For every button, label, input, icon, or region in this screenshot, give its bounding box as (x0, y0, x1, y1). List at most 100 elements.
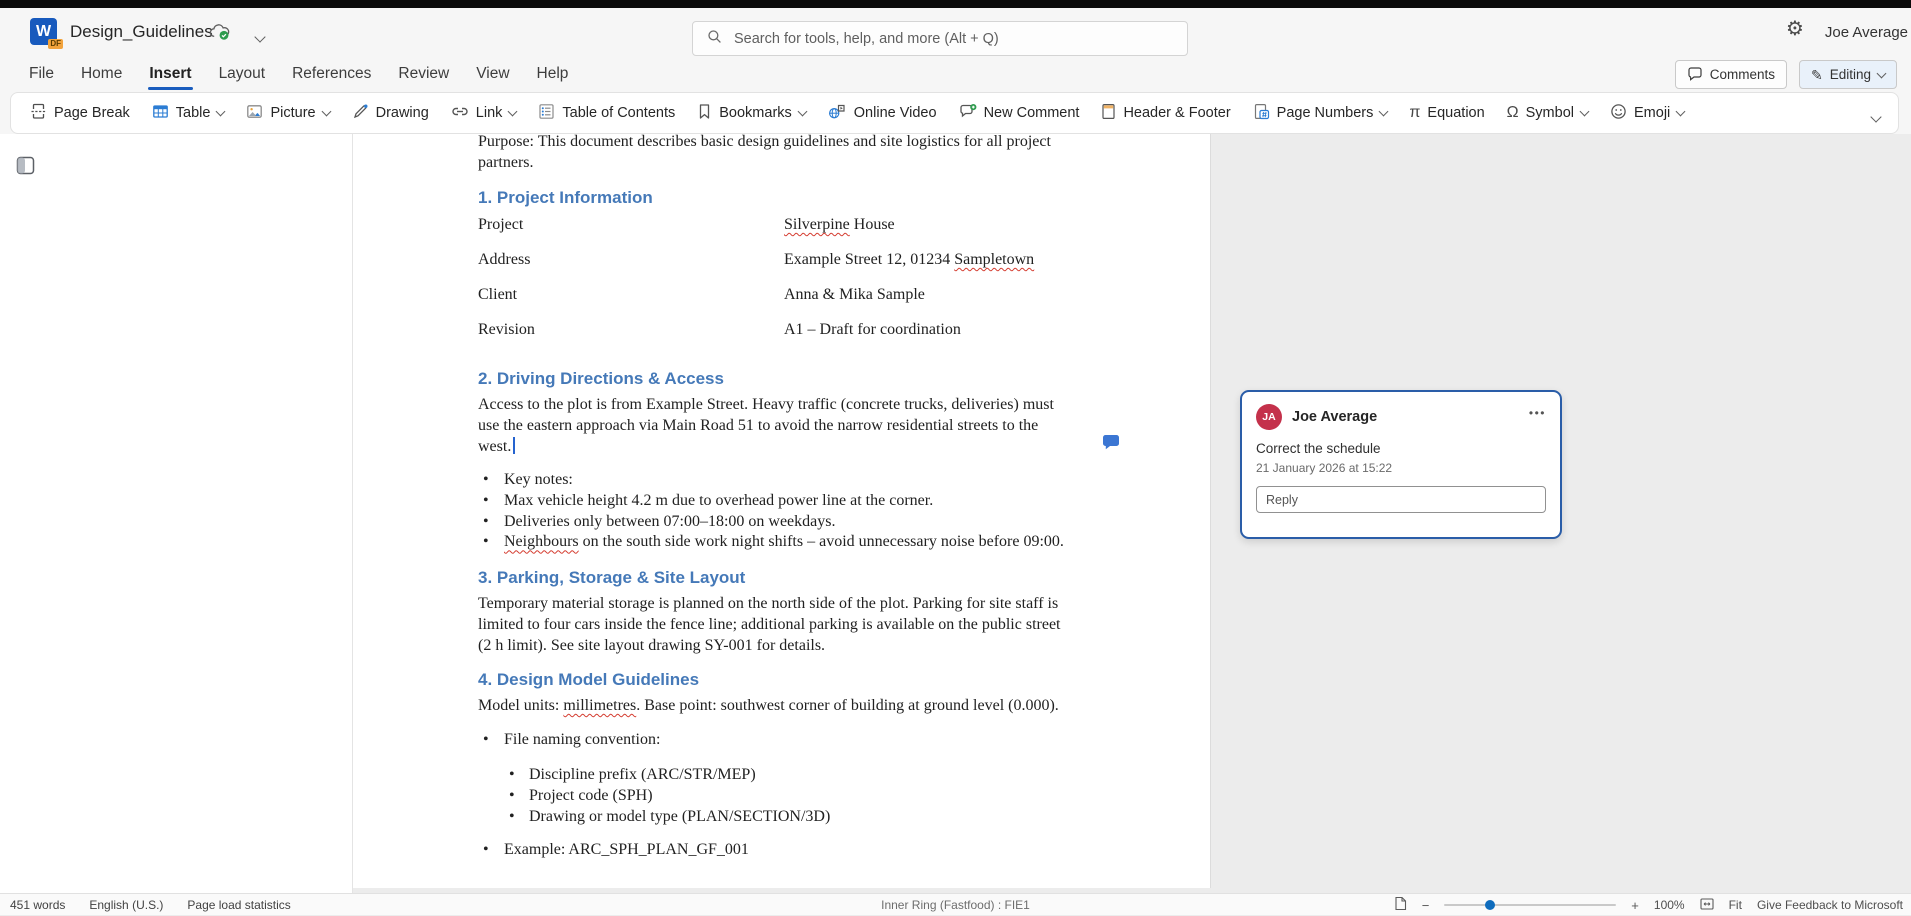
header-footer-icon (1101, 103, 1116, 124)
comment-more-menu-icon[interactable]: ••• (1529, 406, 1546, 420)
app-chrome: W DF Design_Guidelines ⚙ Joe Average Fil… (0, 8, 1911, 134)
zoom-slider-knob[interactable] (1485, 900, 1495, 910)
paragraph-line: (2 h limit). See site layout drawing SY-… (478, 635, 1082, 656)
bullet-icon: • (509, 806, 529, 827)
ribbon-item-emoji[interactable]: Emoji (1610, 103, 1684, 124)
status-bar: 451 words English (U.S.) Page load stati… (0, 893, 1911, 915)
chevron-down-icon (797, 106, 807, 116)
equation-pi-icon: π (1409, 105, 1420, 121)
paragraph-line: Temporary material storage is planned on… (478, 593, 1082, 614)
tab-review[interactable]: Review (398, 65, 449, 83)
bullet-icon: • (483, 491, 504, 512)
list-item: • Key notes: (478, 470, 1082, 491)
tab-layout[interactable]: Layout (219, 65, 266, 83)
ribbon-item-link[interactable]: Link (451, 103, 517, 124)
ribbon-label: New Comment (984, 105, 1080, 121)
comments-button[interactable]: Comments (1675, 60, 1787, 89)
zoom-in-button[interactable]: + (1631, 898, 1639, 913)
list-item: • Project code (SPH) (478, 785, 1082, 806)
table-row: Revision A1 – Draft for coordination (478, 319, 1082, 354)
ribbon-item-page-break[interactable]: Page Break (30, 103, 130, 124)
bullet-icon: • (483, 840, 504, 861)
ribbon-item-table[interactable]: Table (152, 103, 225, 124)
account-user-name[interactable]: Joe Average (1825, 24, 1908, 41)
word-app-letter: W (36, 23, 51, 41)
table-of-contents-icon (538, 103, 555, 124)
ribbon-collapse-chevron-icon[interactable] (1872, 108, 1880, 126)
search-icon (707, 29, 722, 49)
document-title[interactable]: Design_Guidelines (70, 22, 213, 42)
editing-mode-button[interactable]: ✎ Editing (1799, 60, 1897, 89)
ribbon-label: Online Video (854, 105, 937, 121)
chevron-down-icon (1580, 106, 1590, 116)
search-box[interactable] (692, 21, 1188, 56)
tab-references[interactable]: References (292, 65, 371, 83)
search-input[interactable] (732, 30, 1156, 48)
ribbon-label: Table of Contents (562, 105, 675, 121)
page-break-icon (30, 103, 47, 124)
navigation-pane-toggle-icon[interactable] (16, 156, 35, 180)
zoom-percent[interactable]: 100% (1654, 898, 1685, 912)
zoom-slider[interactable] (1444, 904, 1616, 906)
fit-label[interactable]: Fit (1729, 898, 1742, 912)
ribbon-item-online-video[interactable]: Online Video (828, 103, 937, 124)
file-naming-sublist: • Discipline prefix (ARC/STR/MEP) • Proj… (478, 764, 1082, 827)
list-item: • Discipline prefix (ARC/STR/MEP) (478, 764, 1082, 785)
document-page[interactable]: Purpose: This document describes basic d… (353, 134, 1211, 888)
page-view-icon[interactable] (1394, 896, 1407, 914)
chevron-down-icon (1379, 106, 1389, 116)
table-row: Client Anna & Mika Sample (478, 284, 1082, 319)
workspace: Purpose: This document describes basic d… (0, 134, 1911, 893)
tab-file[interactable]: File (29, 65, 54, 83)
list-item: • Drawing or model type (PLAN/SECTION/3D… (478, 806, 1082, 827)
misspelled-word: Sampletown (954, 251, 1034, 268)
ribbon-item-picture[interactable]: Picture (246, 103, 329, 124)
comment-card[interactable]: JA Joe Average ••• Correct the schedule … (1240, 390, 1562, 539)
ribbon-item-page-numbers[interactable]: Page Numbers (1253, 103, 1388, 124)
zoom-out-button[interactable]: − (1422, 898, 1430, 913)
chevron-down-icon (1676, 106, 1686, 116)
word-online-app: W DF Design_Guidelines ⚙ Joe Average Fil… (0, 0, 1911, 915)
pencil-icon: ✎ (1811, 68, 1823, 82)
insert-ribbon: Page Break Table Picture Drawing Link (10, 92, 1899, 134)
ribbon-label: Equation (1427, 105, 1484, 121)
bullet-icon: • (483, 512, 504, 533)
ribbon-item-new-comment[interactable]: New Comment (959, 103, 1080, 124)
model-units-paragraph: Model units: millimetres. Base point: so… (478, 695, 1082, 716)
online-video-icon (828, 103, 847, 124)
word-app-icon[interactable]: W DF (30, 18, 57, 45)
cloud-saved-icon (208, 22, 232, 46)
tab-insert[interactable]: Insert (149, 65, 191, 83)
ribbon-item-drawing[interactable]: Drawing (352, 103, 429, 124)
comment-text: Correct the schedule (1256, 441, 1546, 456)
top-black-strip (0, 0, 1911, 8)
ribbon-item-symbol[interactable]: Ω Symbol (1507, 105, 1588, 121)
feedback-link[interactable]: Give Feedback to Microsoft (1757, 898, 1903, 912)
ribbon-item-equation[interactable]: π Equation (1409, 105, 1484, 121)
table-cell-value: Anna & Mika Sample (784, 284, 925, 319)
heading-parking-storage: 3. Parking, Storage & Site Layout (478, 567, 1082, 589)
example-bullet: • Example: ARC_SPH_PLAN_GF_001 (478, 840, 1082, 861)
ribbon-item-table-of-contents[interactable]: Table of Contents (538, 103, 675, 124)
ribbon-label: Page Break (54, 105, 130, 121)
tab-home[interactable]: Home (81, 65, 122, 83)
symbol-omega-icon: Ω (1507, 105, 1519, 121)
access-paragraph: Access to the plot is from Example Stree… (478, 394, 1082, 457)
new-comment-icon (959, 103, 977, 124)
heading-driving-directions: 2. Driving Directions & Access (478, 368, 1082, 390)
ribbon-item-bookmarks[interactable]: Bookmarks (697, 103, 806, 124)
comment-reply-input[interactable] (1256, 486, 1546, 513)
margin-comment-indicator-icon[interactable] (1101, 433, 1121, 456)
misspelled-word: millimetres (563, 697, 636, 714)
title-dropdown-chevron-icon[interactable] (256, 28, 264, 46)
purpose-paragraph: Purpose: This document describes basic d… (478, 131, 1082, 173)
list-item: • Neighbours on the south side work nigh… (478, 532, 1082, 553)
ribbon-label: Page Numbers (1277, 105, 1374, 121)
misspelled-word: Silverpine (784, 216, 850, 233)
settings-gear-icon[interactable]: ⚙ (1786, 19, 1804, 39)
paragraph-line: use the eastern approach via Main Road 5… (478, 415, 1082, 436)
ribbon-item-header-footer[interactable]: Header & Footer (1101, 103, 1230, 124)
fit-icon[interactable] (1700, 898, 1714, 913)
tab-view[interactable]: View (476, 65, 509, 83)
tab-help[interactable]: Help (537, 65, 569, 83)
